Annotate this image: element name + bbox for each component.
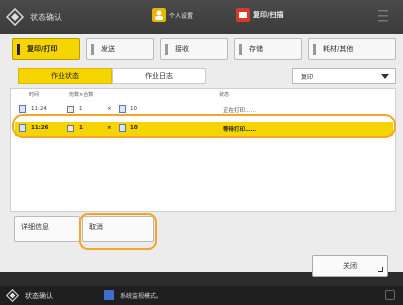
power-save-icon[interactable] <box>385 290 395 300</box>
tab-label: 发送 <box>101 45 115 53</box>
personal-settings-label: 个人设置 <box>169 12 194 20</box>
tab-label: 接收 <box>175 45 189 53</box>
row-copies: 1 <box>79 106 83 112</box>
copy-scan-icon <box>236 8 250 22</box>
status-monitor-label: 状态确认 <box>30 12 62 22</box>
tab-receive[interactable]: 接收 <box>160 38 228 60</box>
tab-marker <box>17 44 20 55</box>
header-time: 时间 <box>29 92 40 98</box>
tab-label: 耗材/其他 <box>323 45 354 53</box>
header-copies: 份数×合数 <box>69 92 94 98</box>
footer-message-text: 系统监视模式。 <box>120 292 163 300</box>
job-type-dropdown[interactable]: 复印 <box>292 68 396 84</box>
header-status: 状态 <box>219 92 230 98</box>
close-button-label: 关闭 <box>343 262 357 270</box>
cancel-button-highlight <box>79 213 157 250</box>
tab-marker <box>313 44 316 55</box>
tab-store[interactable]: 存储 <box>234 38 302 60</box>
footer-message: 系统监视模式。 <box>104 290 162 300</box>
tab-marker <box>239 44 242 55</box>
top-bar: 状态确认 个人设置 复印/扫描 <box>0 0 403 34</box>
footer-status-button[interactable]: 状态确认 <box>6 289 53 302</box>
multiply-sign: × <box>107 106 112 112</box>
tab-copy-print[interactable]: 复印/打印 <box>12 38 80 60</box>
selected-row-highlight <box>12 114 396 138</box>
status-monitor-panel: 复印/打印 发送 接收 存储 耗材/其他 作业状态 作业日志 复印 时间 份数×… <box>0 34 403 272</box>
corner-icon <box>378 267 383 272</box>
status-monitor-icon <box>6 289 19 302</box>
person-settings-icon <box>152 8 166 22</box>
copy-scan-shortcut[interactable]: 复印/扫描 <box>236 8 284 22</box>
dropdown-value: 复印 <box>301 73 314 81</box>
footer-bar: 状态确认 系统监视模式。 <box>0 286 403 305</box>
copies-icon <box>67 106 74 113</box>
copy-scan-label: 复印/扫描 <box>253 11 284 19</box>
close-button[interactable]: 关闭 <box>312 255 388 277</box>
status-monitor-icon <box>6 8 24 26</box>
tab-send[interactable]: 发送 <box>86 38 154 60</box>
job-list: 时间 份数×合数 状态 11:24 1 × 10 正在打印…… 11:26 1 … <box>10 88 396 212</box>
row-sets: 10 <box>130 106 137 112</box>
menu-icon[interactable] <box>377 8 389 26</box>
tab-job-log[interactable]: 作业日志 <box>112 68 206 84</box>
tab-job-status[interactable]: 作业状态 <box>18 68 112 84</box>
chevron-down-icon <box>381 74 389 79</box>
tab-consumables[interactable]: 耗材/其他 <box>308 38 396 60</box>
details-button[interactable]: 详细信息 <box>14 216 80 242</box>
tab-marker <box>165 44 168 55</box>
tab-label: 复印/打印 <box>27 45 58 53</box>
row-status: 正在打印…… <box>223 108 257 114</box>
document-icon <box>19 105 26 113</box>
footer-status-label: 状态确认 <box>25 291 53 300</box>
status-monitor-button[interactable]: 状态确认 <box>6 6 96 28</box>
tab-marker <box>91 44 94 55</box>
personal-settings-shortcut[interactable]: 个人设置 <box>152 8 193 22</box>
tab-label: 存储 <box>249 45 263 53</box>
sets-icon <box>119 105 126 113</box>
monitor-mode-icon <box>104 290 114 300</box>
row-time: 11:24 <box>31 106 47 112</box>
